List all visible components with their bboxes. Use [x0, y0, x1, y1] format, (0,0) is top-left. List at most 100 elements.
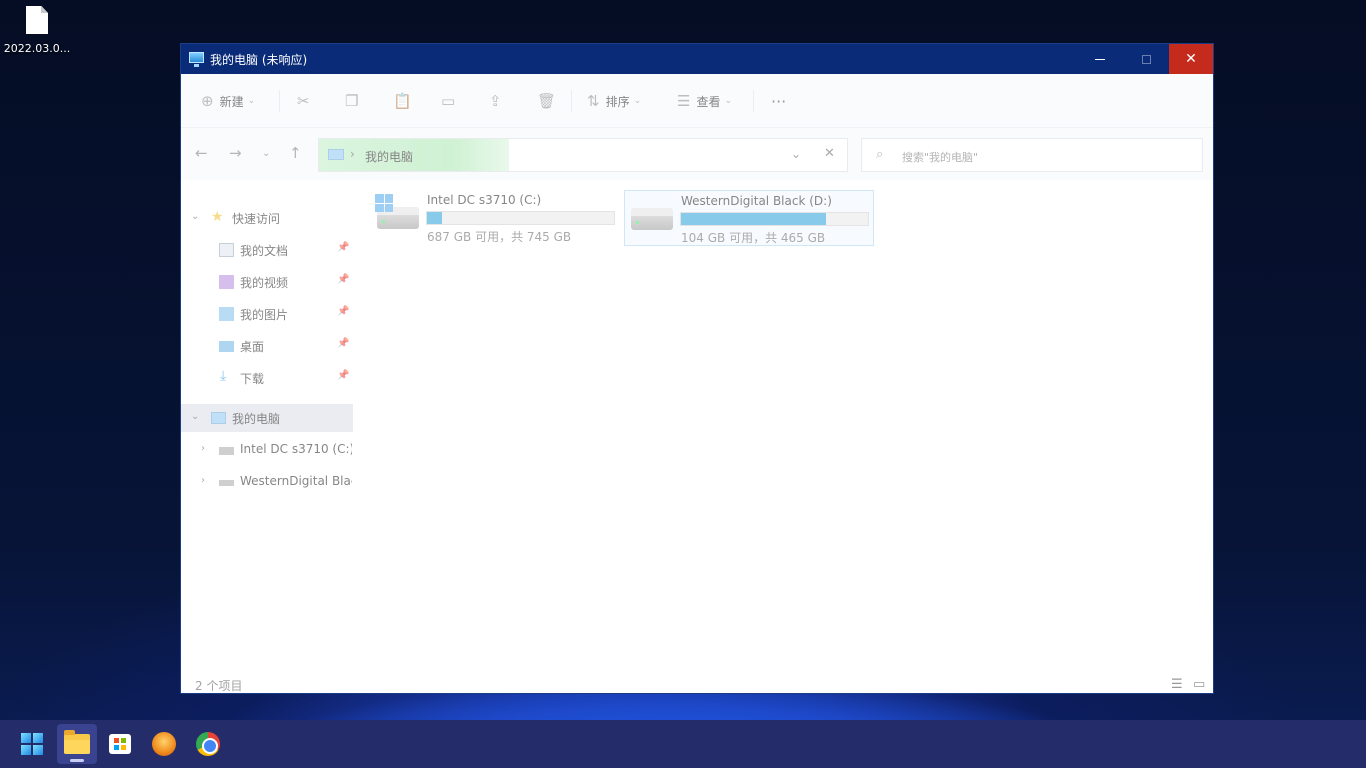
address-bar[interactable]: › 我的电脑 ⌄ ✕: [318, 138, 848, 172]
computer-icon: [189, 52, 204, 67]
details-view-button[interactable]: ☰: [1171, 677, 1183, 692]
chrome-icon: [196, 732, 220, 756]
drive-usage-fill: [427, 212, 442, 224]
minimize-icon: [1095, 58, 1105, 60]
close-button[interactable]: ✕: [1169, 44, 1213, 74]
tiles-view-button[interactable]: ▭: [1193, 677, 1205, 692]
view-list-icon: ☰: [677, 92, 691, 110]
file-explorer-icon: [64, 730, 90, 754]
chevron-down-icon: ⌄: [633, 96, 642, 106]
pin-icon: 📌: [337, 338, 350, 349]
search-box[interactable]: ⌕ 搜索"我的电脑": [861, 138, 1203, 172]
new-button[interactable]: ⊕ 新建 ⌄: [201, 88, 255, 114]
up-button[interactable]: ↑: [289, 144, 302, 162]
paste-button[interactable]: 📋: [393, 88, 418, 114]
drive-usage-bar: [426, 211, 615, 225]
sidebar-item-drive-c[interactable]: › Intel DC s3710 (C:): [181, 436, 353, 464]
view-button[interactable]: ☰ 查看 ⌄: [677, 88, 732, 114]
address-progress-highlight: [319, 139, 509, 171]
sidebar-item-label: Intel DC s3710 (C:): [240, 442, 352, 456]
back-button[interactable]: ←: [195, 144, 208, 162]
active-indicator: [70, 759, 84, 762]
sidebar-item-drive-d[interactable]: › WesternDigital Black (D:): [181, 468, 353, 496]
chevron-down-icon: ⌄: [191, 411, 200, 422]
taskbar-file-explorer[interactable]: [57, 724, 97, 764]
drive-icon: [219, 480, 234, 486]
pin-icon: 📌: [337, 370, 350, 381]
sidebar-item-this-pc[interactable]: ⌄ 我的电脑: [181, 404, 353, 432]
sidebar-item-desktop[interactable]: 桌面 📌: [181, 332, 353, 360]
desktop-icon: [219, 341, 234, 352]
start-button[interactable]: [12, 724, 52, 764]
drive-name: WesternDigital Black (D:): [681, 194, 832, 208]
command-bar: ⊕ 新建 ⌄ ✂ ❐ 📋 ▭ ⇪ 🗑 ⇅ 排序 ⌄ ☰ 查看 ⌄ ···: [181, 74, 1213, 128]
drive-tile-c[interactable]: Intel DC s3710 (C:) 687 GB 可用，共 745 GB: [371, 190, 621, 246]
tiles-view-icon: ▭: [1193, 677, 1206, 692]
sort-arrows-icon: ⇅: [587, 92, 600, 110]
windows-logo-icon: [375, 194, 393, 212]
desktop-file-icon[interactable]: 2022.03.0...: [2, 6, 72, 55]
plus-circle-icon: ⊕: [201, 92, 214, 110]
divider: [753, 90, 754, 112]
computer-icon: [328, 149, 344, 160]
taskbar-microsoft-store[interactable]: [100, 724, 140, 764]
rename-button[interactable]: ▭: [441, 88, 461, 114]
forward-button[interactable]: →: [229, 144, 242, 162]
copy-button[interactable]: ❐: [345, 88, 364, 114]
desktop-file-label: 2022.03.0...: [3, 42, 71, 55]
arrow-up-icon: ↑: [289, 144, 302, 162]
sidebar-item-label: 快速访问: [232, 212, 281, 226]
sidebar-item-label: 下载: [240, 372, 265, 386]
vlc-icon: [152, 732, 176, 756]
close-icon: ✕: [1185, 51, 1197, 67]
more-options-button[interactable]: ···: [771, 88, 786, 114]
scissors-icon: ✂: [297, 92, 310, 110]
divider: [279, 90, 280, 112]
taskbar-chrome[interactable]: [188, 724, 228, 764]
sidebar-item-pictures[interactable]: 我的图片 📌: [181, 300, 353, 328]
maximize-button[interactable]: [1123, 44, 1169, 74]
maximize-icon: [1141, 54, 1151, 64]
minimize-button[interactable]: [1077, 44, 1123, 74]
view-label: 查看: [696, 94, 721, 109]
address-dropdown-button[interactable]: ⌄: [791, 147, 801, 161]
arrow-right-icon: →: [229, 144, 242, 162]
delete-button[interactable]: 🗑: [537, 88, 562, 114]
divider: [571, 90, 572, 112]
trash-icon: 🗑: [537, 92, 557, 110]
recent-locations-button[interactable]: ⌄: [262, 148, 270, 159]
sidebar-item-documents[interactable]: 我的文档 📌: [181, 236, 353, 264]
sidebar-item-label: 桌面: [240, 340, 265, 354]
star-icon: ★: [211, 209, 224, 225]
stop-loading-button[interactable]: ✕: [824, 146, 835, 161]
sidebar-quick-access[interactable]: ⌄ ★ 快速访问: [181, 204, 353, 232]
sidebar-item-videos[interactable]: 我的视频 📌: [181, 268, 353, 296]
share-icon: ⇪: [489, 92, 502, 110]
file-icon: [26, 6, 48, 34]
chevron-down-icon: ⌄: [191, 211, 200, 222]
breadcrumb-current[interactable]: 我的电脑: [365, 148, 413, 165]
search-placeholder: 搜索"我的电脑": [902, 151, 979, 164]
window-title: 我的电脑 (未响应): [210, 53, 308, 67]
sort-button[interactable]: ⇅ 排序 ⌄: [587, 88, 641, 114]
copy-icon: ❐: [345, 92, 359, 110]
sidebar-item-label: 我的图片: [240, 308, 289, 322]
navigation-pane: ⌄ ★ 快速访问 我的文档 📌 我的视频 📌 我的图片 📌 桌面 📌 ⤓ 下载 …: [181, 180, 353, 660]
chevron-right-icon: ›: [201, 443, 205, 454]
share-button[interactable]: ⇪: [489, 88, 508, 114]
sidebar-item-label: 我的文档: [240, 244, 289, 258]
status-item-count: 2 个项目: [195, 679, 243, 693]
drive-capacity: 104 GB 可用，共 465 GB: [681, 231, 826, 245]
title-bar[interactable]: 我的电脑 (未响应) ✕: [181, 44, 1213, 74]
chevron-down-icon: ⌄: [791, 147, 802, 161]
picture-icon: [219, 307, 234, 321]
drive-tile-d[interactable]: WesternDigital Black (D:) 104 GB 可用，共 46…: [624, 190, 874, 246]
file-explorer-window: 我的电脑 (未响应) ✕ ⊕ 新建 ⌄ ✂ ❐ 📋 ▭ ⇪ 🗑 ⇅ 排序 ⌄ ☰…: [180, 43, 1214, 694]
sidebar-item-downloads[interactable]: ⤓ 下载 📌: [181, 364, 353, 392]
taskbar-vlc[interactable]: [144, 724, 184, 764]
document-icon: [219, 243, 234, 257]
cut-button[interactable]: ✂: [297, 88, 316, 114]
ellipsis-icon: ···: [771, 91, 787, 111]
window-content: ⊕ 新建 ⌄ ✂ ❐ 📋 ▭ ⇪ 🗑 ⇅ 排序 ⌄ ☰ 查看 ⌄ ··· ← →…: [181, 74, 1213, 693]
drive-usage-fill: [681, 213, 827, 225]
